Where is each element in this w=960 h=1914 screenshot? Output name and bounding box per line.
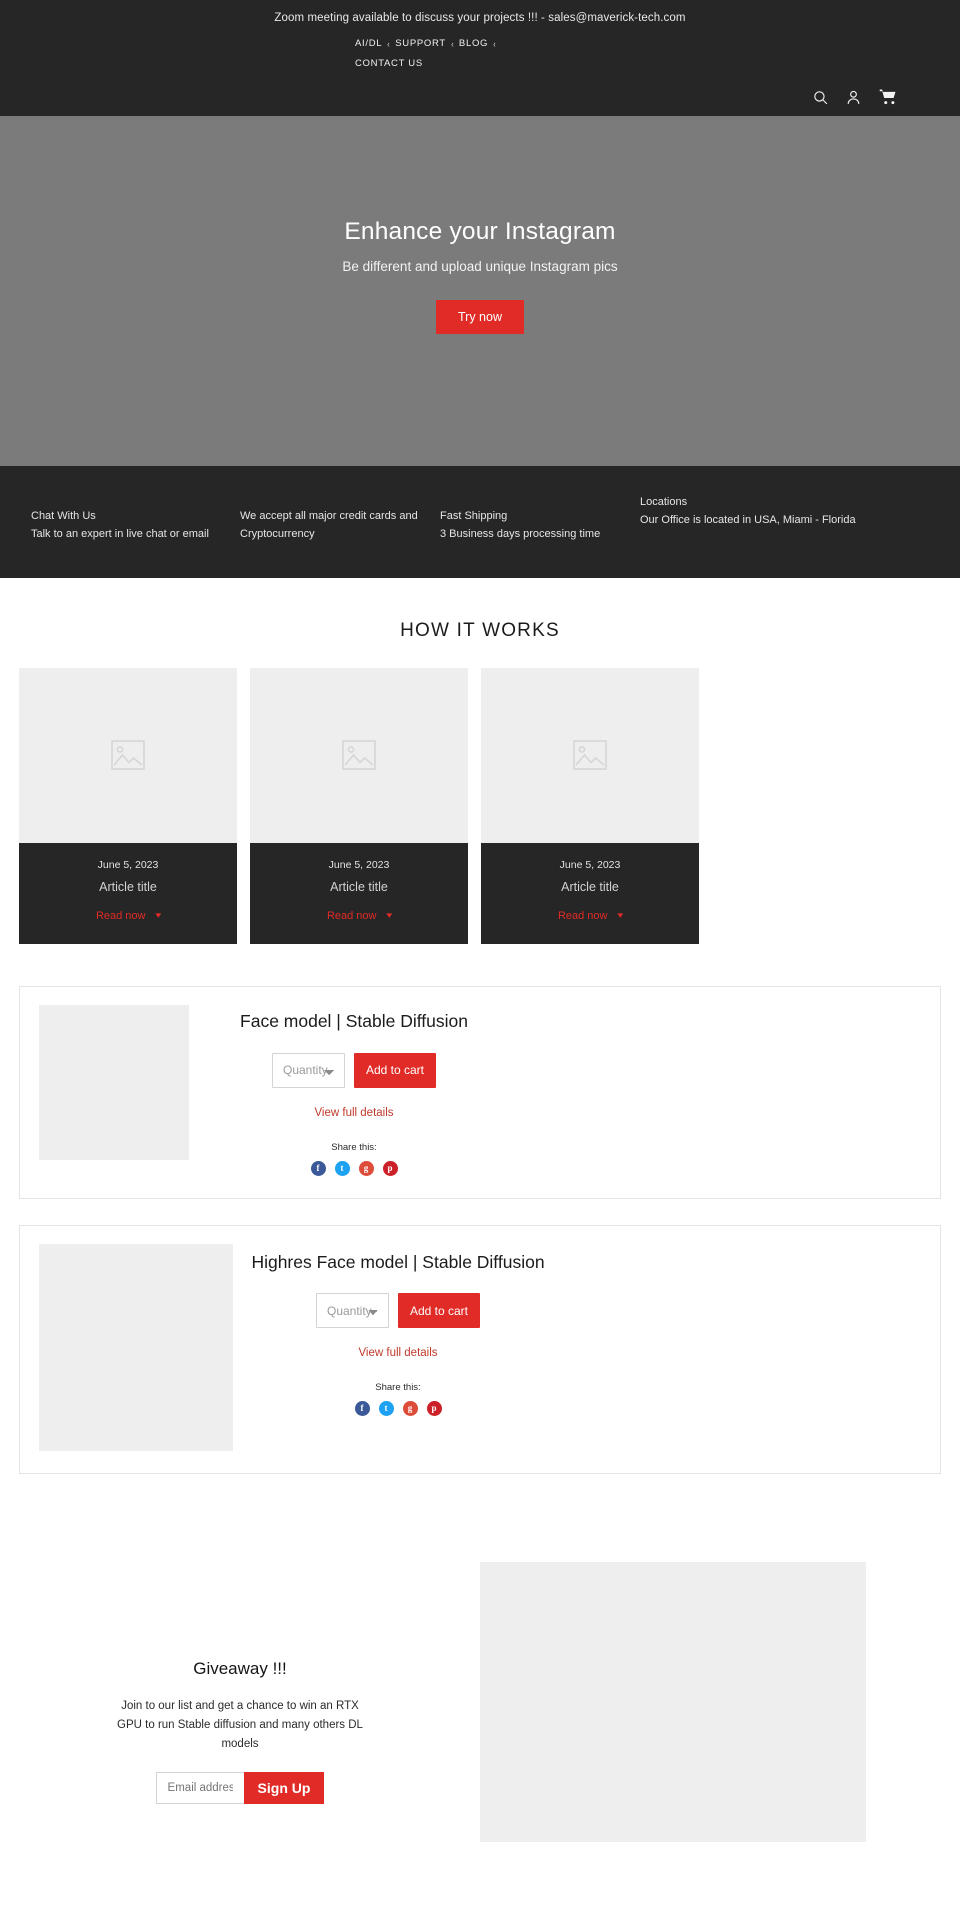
- giveaway-form-column: Giveaway !!! Join to our list and get a …: [0, 1504, 480, 1804]
- facebook-icon[interactable]: f: [354, 1401, 370, 1417]
- header-icon-group: [812, 88, 898, 106]
- share-icon-group: f t g p: [201, 1160, 507, 1176]
- info-column-locations: Locations Our Office is located in USA, …: [640, 494, 910, 544]
- sign-up-button[interactable]: Sign Up: [243, 1771, 325, 1804]
- info-heading: Fast Shipping: [440, 510, 508, 522]
- article-card[interactable]: June 5, 2023 Article title Read now ▾: [19, 667, 237, 944]
- chevron-left-icon: ‹: [493, 38, 496, 49]
- info-heading: Locations: [640, 496, 688, 508]
- read-now-label: Read now: [95, 909, 146, 922]
- product-buy-row: Quantity Add to cart: [245, 1293, 551, 1329]
- article-date: June 5, 2023: [328, 858, 390, 871]
- nav-item-contact-us[interactable]: CONTACT US: [355, 58, 423, 71]
- cart-icon[interactable]: [878, 88, 898, 106]
- info-column-payment: We accept all major credit cards and Cry…: [240, 494, 440, 544]
- hero-subtitle: Be different and upload unique Instagram…: [342, 259, 618, 274]
- product-image-wrap: [20, 1243, 233, 1451]
- nav-item-ai-dl[interactable]: AI/DL: [355, 38, 382, 51]
- search-icon[interactable]: [812, 89, 829, 106]
- info-heading: We accept all major credit cards and: [240, 510, 418, 522]
- read-now-label: Read now: [326, 909, 377, 922]
- announcement-text: Zoom meeting available to discuss your p…: [274, 12, 686, 24]
- hero-banner: Enhance your Instagram Be different and …: [0, 116, 960, 466]
- googleplus-icon[interactable]: g: [402, 1401, 418, 1417]
- product-image-wrap: [20, 1004, 189, 1176]
- article-date: June 5, 2023: [559, 858, 621, 871]
- how-it-works-title: HOW IT WORKS: [400, 619, 560, 641]
- add-to-cart-button[interactable]: Add to cart: [353, 1052, 437, 1088]
- chevron-down-icon: ▾: [616, 910, 623, 921]
- product-card: Face model | Stable Diffusion Quantity A…: [19, 985, 941, 1199]
- share-icon-group: f t g p: [245, 1401, 551, 1417]
- info-subtext: Talk to an expert in live chat or email: [31, 527, 209, 540]
- nav-item-blog[interactable]: BLOG: [459, 38, 488, 51]
- read-now-link[interactable]: Read now ▾: [95, 909, 161, 922]
- announcement-bar: Zoom meeting available to discuss your p…: [0, 0, 960, 34]
- email-input[interactable]: [155, 1771, 244, 1804]
- info-column-shipping: Fast Shipping 3 Business days processing…: [440, 494, 640, 544]
- newsletter-form: Sign Up: [0, 1771, 480, 1804]
- share-label: Share this:: [375, 1382, 421, 1394]
- read-now-link[interactable]: Read now ▾: [557, 909, 623, 922]
- read-now-link[interactable]: Read now ▾: [326, 909, 392, 922]
- facebook-icon[interactable]: f: [310, 1160, 326, 1176]
- product-card: Highres Face model | Stable Diffusion Qu…: [19, 1224, 941, 1474]
- try-now-button[interactable]: Try now: [436, 300, 524, 334]
- giveaway-image: [480, 1561, 866, 1842]
- product-image: [39, 1004, 189, 1160]
- image-placeholder-icon: [111, 740, 145, 770]
- image-placeholder-icon: [342, 740, 376, 770]
- giveaway-image-column: [480, 1504, 960, 1842]
- view-full-details-link[interactable]: View full details: [201, 1107, 507, 1119]
- view-full-details-link[interactable]: View full details: [245, 1347, 551, 1359]
- twitter-icon[interactable]: t: [378, 1401, 394, 1417]
- read-now-label: Read now: [557, 909, 608, 922]
- share-label: Share this:: [331, 1141, 377, 1153]
- giveaway-description: Join to our list and get a chance to win…: [117, 1699, 363, 1750]
- giveaway-title: Giveaway !!!: [193, 1658, 287, 1678]
- quantity-select[interactable]: Quantity: [315, 1293, 389, 1329]
- article-card[interactable]: June 5, 2023 Article title Read now ▾: [481, 667, 699, 944]
- image-placeholder-icon: [573, 740, 607, 770]
- article-title: Article title: [99, 879, 157, 894]
- article-title: Article title: [561, 879, 619, 894]
- giveaway-section: Giveaway !!! Join to our list and get a …: [0, 1504, 960, 1914]
- nav-item-support[interactable]: SUPPORT: [395, 38, 446, 51]
- article-thumbnail: [19, 667, 237, 843]
- add-to-cart-button[interactable]: Add to cart: [397, 1293, 481, 1329]
- pinterest-icon[interactable]: p: [426, 1401, 442, 1417]
- twitter-icon[interactable]: t: [334, 1160, 350, 1176]
- info-subtext: 3 Business days processing time: [440, 527, 601, 540]
- info-subtext: Our Office is located in USA, Miami - Fl…: [640, 513, 856, 526]
- product-buy-row: Quantity Add to cart: [201, 1052, 507, 1088]
- product-title: Face model | Stable Diffusion: [240, 1010, 468, 1031]
- chevron-left-icon: ‹: [387, 38, 390, 49]
- primary-navigation: AI/DL ‹ SUPPORT ‹ BLOG ‹ CONTACT US: [0, 38, 960, 71]
- info-bar: Chat With Us Talk to an expert in live c…: [0, 466, 960, 578]
- info-column-chat: Chat With Us Talk to an expert in live c…: [0, 494, 240, 544]
- site-header: AI/DL ‹ SUPPORT ‹ BLOG ‹ CONTACT US: [0, 34, 960, 116]
- chevron-left-icon: ‹: [451, 38, 454, 49]
- product-image: [39, 1243, 233, 1451]
- hero-title: Enhance your Instagram: [344, 218, 616, 245]
- article-card-list: June 5, 2023 Article title Read now ▾ Ju…: [0, 667, 960, 944]
- chevron-down-icon: ▾: [385, 910, 392, 921]
- account-icon[interactable]: [845, 89, 862, 106]
- quantity-select[interactable]: Quantity: [271, 1052, 345, 1088]
- article-date: June 5, 2023: [97, 858, 159, 871]
- info-heading: Chat With Us: [31, 510, 96, 522]
- info-subtext: Cryptocurrency: [240, 527, 315, 540]
- product-title: Highres Face model | Stable Diffusion: [251, 1251, 545, 1272]
- article-thumbnail: [250, 667, 468, 843]
- pinterest-icon[interactable]: p: [382, 1160, 398, 1176]
- chevron-down-icon: ▾: [154, 910, 161, 921]
- article-thumbnail: [481, 667, 699, 843]
- article-title: Article title: [330, 879, 388, 894]
- article-card[interactable]: June 5, 2023 Article title Read now ▾: [250, 667, 468, 944]
- googleplus-icon[interactable]: g: [358, 1160, 374, 1176]
